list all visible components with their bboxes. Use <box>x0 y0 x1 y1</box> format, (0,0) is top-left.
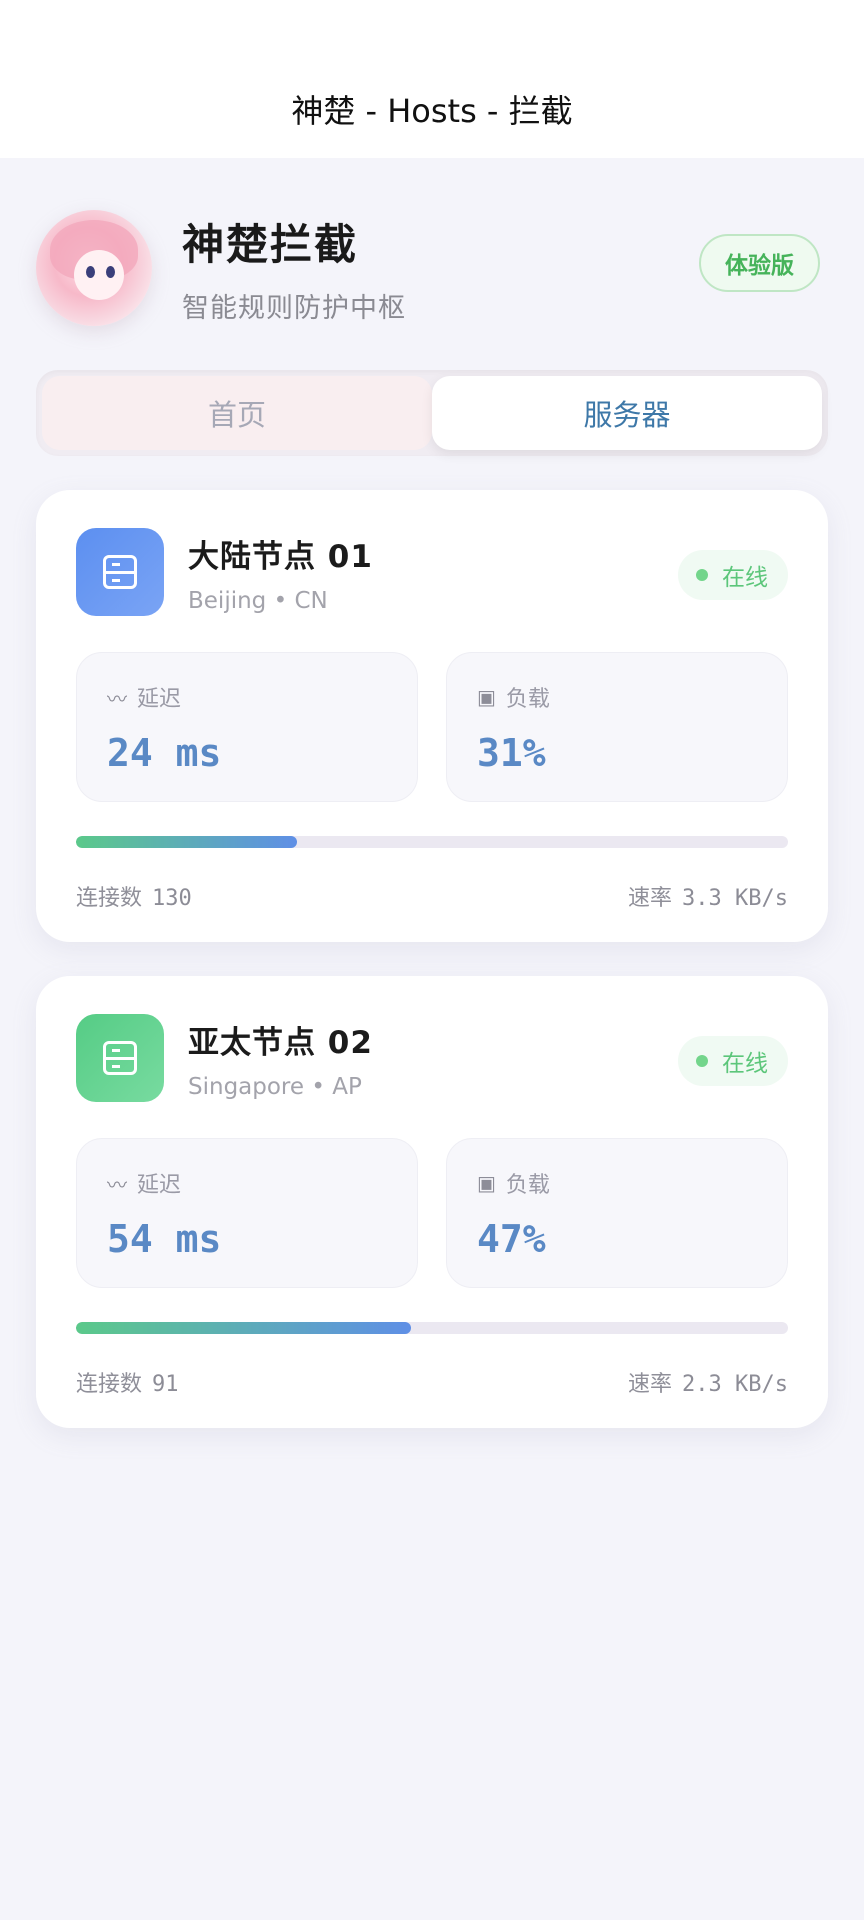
node-location: Singapore • AP <box>188 1073 362 1100</box>
tab-home[interactable]: 首页 <box>42 376 432 450</box>
latency-value: 54 ms <box>107 1217 222 1261</box>
server-icon <box>76 528 164 616</box>
cpu-icon: ▣ <box>477 685 496 709</box>
tab-bar: 首页 服务器 <box>36 370 828 456</box>
node-location: Beijing • CN <box>188 587 328 614</box>
title-bar: 神楚 - Hosts - 拦截 <box>0 0 864 158</box>
avatar[interactable] <box>36 210 152 326</box>
load-value: 47% <box>477 1217 546 1261</box>
connections-count: 连接数 91 <box>76 1372 179 1397</box>
server-card[interactable]: 大陆节点 01 Beijing • CN 在线 〰 延迟 24 ms ▣ 负载 <box>36 490 828 942</box>
load-value: 31% <box>477 731 546 775</box>
load-progress-fill <box>76 1322 411 1334</box>
status-dot-icon <box>696 1055 708 1067</box>
transfer-rate: 速率 3.3 KB/s <box>628 886 788 911</box>
latency-stat: 〰 延迟 24 ms <box>76 652 418 802</box>
node-name: 亚太节点 02 <box>188 1024 373 1061</box>
status-dot-icon <box>696 569 708 581</box>
pulse-icon: 〰 <box>107 1172 127 1197</box>
transfer-rate: 速率 2.3 KB/s <box>628 1372 788 1397</box>
load-stat: ▣ 负载 47% <box>446 1138 788 1288</box>
node-name: 大陆节点 01 <box>188 538 373 575</box>
latency-stat: 〰 延迟 54 ms <box>76 1138 418 1288</box>
status-badge: 在线 <box>678 1036 788 1086</box>
tab-servers[interactable]: 服务器 <box>432 376 822 450</box>
connections-count: 连接数 130 <box>76 886 192 911</box>
status-badge: 在线 <box>678 550 788 600</box>
pulse-icon: 〰 <box>107 686 127 711</box>
load-progress-bar <box>76 836 788 848</box>
app-subtitle: 智能规则防护中枢 <box>182 293 406 324</box>
server-icon <box>76 1014 164 1102</box>
load-stat: ▣ 负载 31% <box>446 652 788 802</box>
main-content: 神楚拦截 智能规则防护中枢 体验版 首页 服务器 大陆节点 01 Beijing… <box>0 158 864 1428</box>
server-card[interactable]: 亚太节点 02 Singapore • AP 在线 〰 延迟 54 ms ▣ 负… <box>36 976 828 1428</box>
trial-badge: 体验版 <box>699 234 820 292</box>
load-progress-bar <box>76 1322 788 1334</box>
window-title: 神楚 - Hosts - 拦截 <box>291 92 573 130</box>
latency-value: 24 ms <box>107 731 222 775</box>
cpu-icon: ▣ <box>477 1171 496 1195</box>
load-progress-fill <box>76 836 297 848</box>
app-name: 神楚拦截 <box>182 220 359 269</box>
